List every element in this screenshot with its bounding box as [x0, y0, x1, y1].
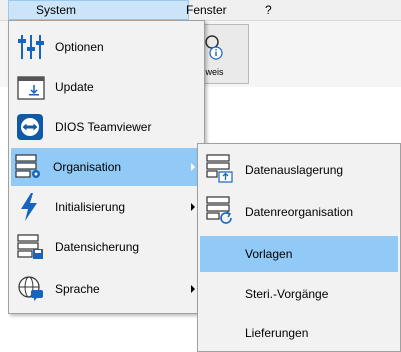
- menu-fenster-label: Fenster: [186, 3, 227, 17]
- menu-item-datensicherung-label: Datensicherung: [55, 240, 140, 254]
- sliders-icon: [18, 35, 44, 59]
- server-refresh-icon: [206, 196, 232, 224]
- submenu-item-vorlagen-label: Vorlagen: [245, 247, 293, 261]
- menu-item-optionen[interactable]: Optionen: [11, 27, 202, 67]
- menu-item-optionen-label: Optionen: [55, 40, 104, 54]
- menu-item-organisation[interactable]: Organisation: [11, 148, 202, 186]
- submenu-arrow-icon: [191, 163, 195, 171]
- menu-system-label: System: [36, 3, 77, 17]
- submenu-item-lieferungen-label: Lieferungen: [245, 326, 309, 340]
- menu-item-organisation-label: Organisation: [53, 160, 122, 174]
- submenu-item-lieferungen[interactable]: Lieferungen: [200, 314, 398, 350]
- menu-item-initialisierung-label: Initialisierung: [55, 200, 126, 214]
- organisation-submenu: Datenauslagerung Datenreorganisation Vor…: [197, 143, 401, 352]
- lightning-icon: [21, 193, 37, 221]
- submenu-item-datenreorganisation[interactable]: Datenreorganisation: [200, 190, 398, 232]
- menu-help-label: ?: [265, 3, 272, 17]
- menu-item-teamviewer[interactable]: DIOS Teamviewer: [11, 107, 202, 147]
- menu-item-update-label: Update: [55, 80, 94, 94]
- menu-item-datensicherung[interactable]: Datensicherung: [11, 227, 202, 267]
- submenu-arrow-icon: [191, 285, 195, 293]
- submenu-arrow-icon: [191, 203, 195, 211]
- submenu-item-steri-vorgaenge-label: Steri.-Vorgänge: [245, 287, 329, 301]
- server-export-icon: [206, 154, 233, 183]
- submenu-item-steri-vorgaenge[interactable]: Steri.-Vorgänge: [200, 275, 398, 311]
- update-window-icon: [17, 76, 45, 100]
- menu-item-sprache-label: Sprache: [55, 282, 100, 296]
- server-save-icon: [17, 234, 43, 259]
- menu-help[interactable]: ?: [265, 0, 272, 20]
- system-menu: Optionen Update DIOS Teamviewer Organisa…: [8, 20, 205, 314]
- menu-item-initialisierung[interactable]: Initialisierung: [11, 187, 202, 227]
- menu-fenster[interactable]: Fenster: [186, 0, 227, 20]
- menu-item-update[interactable]: Update: [11, 67, 202, 107]
- submenu-item-datenauslagerung[interactable]: Datenauslagerung: [200, 148, 398, 190]
- submenu-item-vorlagen[interactable]: Vorlagen: [200, 236, 398, 272]
- menu-item-sprache[interactable]: Sprache: [11, 269, 202, 309]
- globe-chat-icon: [18, 276, 43, 301]
- menu-bar: System Fenster ?: [0, 0, 401, 21]
- submenu-item-datenreorganisation-label: Datenreorganisation: [245, 205, 354, 219]
- submenu-item-datenauslagerung-label: Datenauslagerung: [245, 163, 344, 177]
- search-info-icon: [205, 35, 223, 60]
- menu-item-teamviewer-label: DIOS Teamviewer: [55, 120, 152, 134]
- server-gear-icon: [15, 154, 40, 178]
- menu-system[interactable]: System: [8, 0, 189, 20]
- teamviewer-icon: [17, 114, 43, 140]
